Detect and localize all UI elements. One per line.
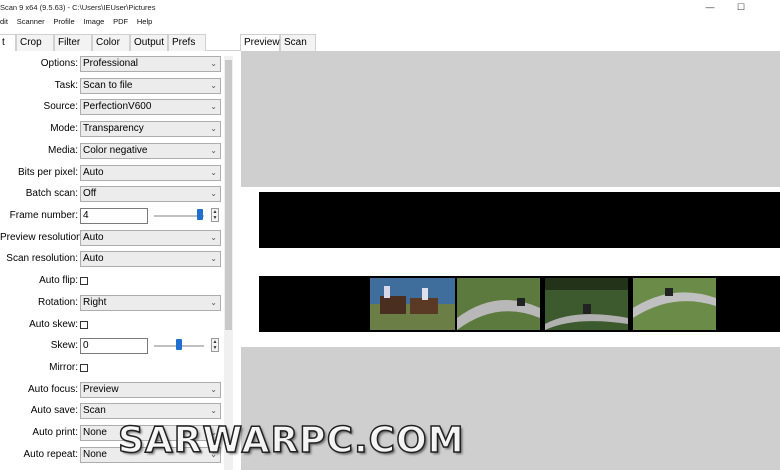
options-value: Professional: [83, 58, 139, 69]
tab-color[interactable]: Color: [92, 34, 130, 51]
chevron-down-icon: ⌄: [210, 168, 217, 177]
chevron-down-icon: ⌄: [210, 254, 217, 263]
batch-select[interactable]: Off ⌄: [80, 186, 221, 202]
maximize-button[interactable]: ☐: [734, 1, 748, 13]
auto-skew-label: Auto skew:: [29, 319, 78, 330]
chevron-down-icon: ⌄: [210, 124, 217, 133]
chevron-down-icon: ⌄: [210, 189, 217, 198]
mode-label: Mode:: [50, 123, 78, 134]
chevron-down-icon: ⌄: [210, 233, 217, 242]
auto-focus-label: Auto focus:: [27, 384, 78, 395]
settings-panel: Options: Professional ⌄ Task: Scan to fi…: [0, 51, 236, 470]
scan-res-select[interactable]: Auto ⌄: [80, 251, 221, 267]
film-frame-1[interactable]: [370, 278, 455, 330]
auto-save-label: Auto save:: [30, 405, 78, 416]
task-select[interactable]: Scan to file ⌄: [80, 78, 221, 94]
bits-value: Auto: [83, 167, 104, 178]
film-strip-top: [259, 192, 780, 248]
auto-print-value: None: [83, 427, 107, 438]
chevron-down-icon: ⌄: [210, 102, 217, 111]
media-select[interactable]: Color negative ⌄: [80, 143, 221, 159]
scan-res-value: Auto: [83, 253, 104, 264]
skew-label: Skew:: [50, 340, 78, 351]
media-label: Media:: [47, 145, 78, 156]
tab-preview[interactable]: Preview: [240, 34, 280, 51]
menu-edit[interactable]: dit: [0, 17, 8, 26]
rotation-label: Rotation:: [37, 297, 78, 308]
menu-scanner[interactable]: Scanner: [17, 17, 45, 26]
title-bar: Scan 9 x64 (9.5.63) - C:\Users\IEUser\Pi…: [0, 0, 780, 16]
frame-slider-thumb[interactable]: [197, 209, 203, 220]
source-select[interactable]: PerfectionV600 ⌄: [80, 99, 221, 115]
batch-value: Off: [83, 188, 97, 199]
chevron-down-icon: ⌄: [210, 59, 217, 68]
auto-flip-checkbox[interactable]: [80, 277, 88, 285]
menu-image[interactable]: Image: [83, 17, 104, 26]
chevron-down-icon: ⌄: [210, 81, 217, 90]
frame-number-label: Frame number:: [9, 210, 78, 221]
auto-repeat-label: Auto repeat:: [23, 449, 78, 460]
menu-bar: dit Scanner Profile Image PDF Help: [0, 16, 780, 29]
preview-res-label: Preview resolution:: [0, 232, 85, 243]
chevron-down-icon: ⌄: [210, 406, 217, 415]
rotation-value: Right: [83, 297, 107, 308]
auto-focus-value: Preview: [83, 384, 119, 395]
film-scan-area: [241, 187, 780, 347]
skew-input[interactable]: 0: [80, 338, 148, 354]
film-frame-4[interactable]: [633, 278, 716, 330]
chevron-down-icon: ⌄: [210, 146, 217, 155]
auto-save-value: Scan: [83, 405, 106, 416]
tab-prefs[interactable]: Prefs: [168, 34, 206, 51]
tab-scan[interactable]: Scan: [280, 34, 316, 51]
mirror-checkbox[interactable]: [80, 364, 88, 372]
rotation-select[interactable]: Right ⌄: [80, 295, 221, 311]
batch-label: Batch scan:: [25, 188, 78, 199]
watermark-text: SARWARPC.COM: [117, 419, 465, 462]
task-label: Task:: [54, 80, 78, 91]
source-label: Source:: [43, 101, 78, 112]
task-value: Scan to file: [83, 80, 133, 91]
auto-flip-label: Auto flip:: [39, 275, 78, 286]
menu-profile[interactable]: Profile: [53, 17, 74, 26]
tab-filter[interactable]: Filter: [54, 34, 92, 51]
window-title: Scan 9 x64 (9.5.63) - C:\Users\IEUser\Pi…: [0, 3, 156, 12]
options-label: Options:: [40, 58, 78, 69]
chevron-down-icon: ⌄: [210, 298, 217, 307]
preview-area[interactable]: [241, 51, 780, 470]
preview-res-select[interactable]: Auto ⌄: [80, 230, 221, 246]
mode-select[interactable]: Transparency ⌄: [80, 121, 221, 137]
settings-scrollbar[interactable]: [224, 56, 233, 470]
scan-res-label: Scan resolution:: [6, 253, 78, 264]
auto-print-label: Auto print:: [32, 427, 78, 438]
minimize-button[interactable]: —: [703, 1, 717, 13]
options-select[interactable]: Professional ⌄: [80, 56, 221, 72]
auto-focus-select[interactable]: Preview ⌄: [80, 382, 221, 398]
view-tabs: Preview Scan: [240, 34, 780, 51]
tab-output[interactable]: Output: [130, 34, 168, 51]
menu-pdf[interactable]: PDF: [113, 17, 128, 26]
preview-res-value: Auto: [83, 232, 104, 243]
auto-skew-checkbox[interactable]: [80, 321, 88, 329]
source-value: PerfectionV600: [83, 101, 152, 112]
auto-save-select[interactable]: Scan ⌄: [80, 403, 221, 419]
menu-help[interactable]: Help: [137, 17, 152, 26]
mirror-label: Mirror:: [49, 362, 78, 373]
auto-repeat-value: None: [83, 449, 107, 460]
chevron-down-icon: ⌄: [210, 385, 217, 394]
mode-value: Transparency: [83, 123, 144, 134]
spin-arrows-icon[interactable]: ▲ ▼: [211, 208, 219, 222]
tab-crop[interactable]: Crop: [16, 34, 54, 51]
settings-tabs: t Crop Filter Color Output Prefs: [0, 34, 240, 52]
film-frame-3[interactable]: [545, 278, 628, 330]
scrollbar-thumb[interactable]: [225, 60, 232, 330]
skew-slider-thumb[interactable]: [176, 339, 182, 350]
tab-input[interactable]: t: [0, 34, 16, 52]
film-strip-bottom: [259, 276, 780, 332]
media-value: Color negative: [83, 145, 148, 156]
frame-number-input[interactable]: 4: [80, 208, 148, 224]
bits-label: Bits per pixel:: [17, 167, 78, 178]
spin-arrows-icon[interactable]: ▲ ▼: [211, 338, 219, 352]
film-frame-2[interactable]: [457, 278, 540, 330]
bits-select[interactable]: Auto ⌄: [80, 165, 221, 181]
